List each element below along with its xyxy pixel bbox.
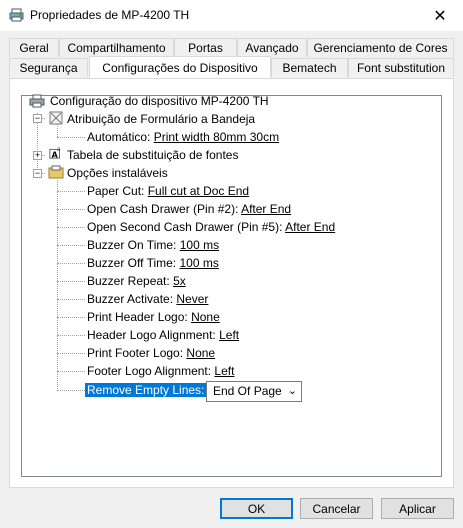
option-remove-empty-lines[interactable]: Remove Empty Lines: (85, 381, 207, 399)
tab-configuracoes-do-dispositivo[interactable]: Configurações do Dispositivo (89, 56, 271, 78)
options-collapse-toggle[interactable]: − (33, 169, 42, 178)
tab-portas[interactable]: Portas (174, 38, 237, 57)
tab-seguranca[interactable]: Segurança (9, 58, 88, 77)
tab-gerenciamento-de-cores[interactable]: Gerenciamento de Cores (307, 38, 454, 57)
tab-compartilhamento[interactable]: Compartilhamento (59, 38, 174, 57)
option-footer-logo-alignment[interactable]: Footer Logo Alignment: Left (87, 362, 234, 380)
option-buzzer-on-time[interactable]: Buzzer On Time: 100 ms (87, 236, 219, 254)
printer-icon (29, 94, 45, 108)
option-paper-cut[interactable]: Paper Cut: Full cut at Doc End (87, 182, 249, 200)
option-buzzer-repeat[interactable]: Buzzer Repeat: 5x (87, 272, 186, 290)
installable-options-icon (48, 165, 64, 179)
option-open-second-cash-drawer[interactable]: Open Second Cash Drawer (Pin #5): After … (87, 218, 335, 236)
close-icon: ✕ (433, 7, 447, 25)
tab-geral[interactable]: Geral (9, 38, 59, 57)
auto-tray-row[interactable]: Automático: Print width 80mm 30cm (87, 128, 279, 146)
option-buzzer-off-time[interactable]: Buzzer Off Time: 100 ms (87, 254, 219, 272)
form-tray-icon (49, 111, 63, 125)
installable-options-label[interactable]: Opções instaláveis (67, 164, 168, 182)
font-substitution-label[interactable]: Tabela de substituição de fontes (67, 146, 238, 164)
apply-button[interactable]: Aplicar (381, 498, 454, 519)
tab-avancado[interactable]: Avançado (237, 38, 307, 57)
remove-empty-lines-select[interactable]: End Of Page ⌄ (206, 381, 302, 402)
chevron-down-icon: ⌄ (287, 385, 297, 397)
option-print-footer-logo[interactable]: Print Footer Logo: None (87, 344, 215, 362)
tray-collapse-toggle[interactable]: − (33, 114, 42, 123)
ok-button[interactable]: OK (220, 498, 293, 519)
tab-bematech[interactable]: Bematech (271, 58, 348, 77)
tree-root-label[interactable]: Configuração do dispositivo MP-4200 TH (50, 92, 269, 110)
option-header-logo-alignment[interactable]: Header Logo Alignment: Left (87, 326, 239, 344)
remove-empty-lines-label: Remove Empty Lines: (85, 383, 207, 397)
option-buzzer-activate[interactable]: Buzzer Activate: Never (87, 290, 208, 308)
tab-font-substitution[interactable]: Font substitution (348, 58, 454, 77)
option-print-header-logo[interactable]: Print Header Logo: None (87, 308, 220, 326)
printer-icon (9, 8, 24, 22)
window-title: Propriedades de MP-4200 TH (30, 8, 190, 22)
option-open-cash-drawer[interactable]: Open Cash Drawer (Pin #2): After End (87, 200, 291, 218)
fonts-expand-toggle[interactable]: + (33, 151, 42, 160)
auto-tray-value[interactable]: Print width 80mm 30cm (154, 130, 279, 144)
close-button[interactable]: ✕ (417, 0, 463, 31)
cancel-button[interactable]: Cancelar (300, 498, 373, 519)
title-bar: Propriedades de MP-4200 TH ✕ (0, 0, 463, 31)
tray-assignment-label[interactable]: Atribuição de Formulário a Bandeja (67, 110, 255, 128)
tab-strip: Geral Compartilhamento Portas Avançado G… (9, 38, 454, 78)
font-table-icon: A a (49, 146, 61, 159)
svg-text:a: a (57, 146, 61, 153)
